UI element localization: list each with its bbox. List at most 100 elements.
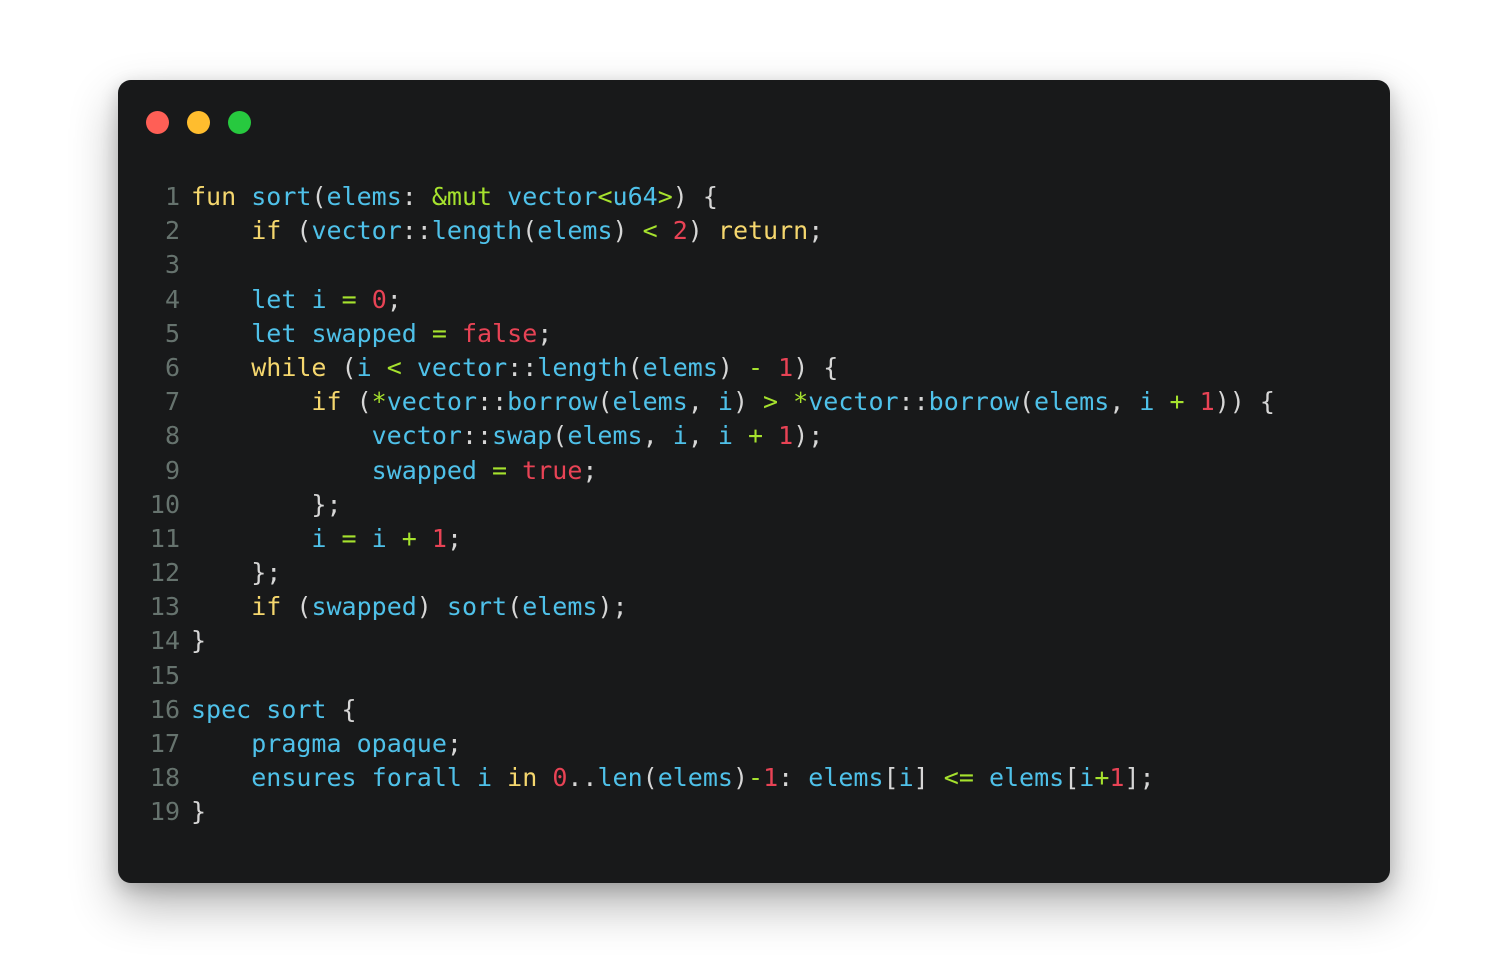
line-number: 12	[149, 558, 180, 588]
token-pun	[1185, 387, 1200, 416]
line-content[interactable]: };	[180, 488, 341, 522]
line-content[interactable]: ensures forall i in 0..len(elems)-1: ele…	[180, 761, 1154, 795]
line-content[interactable]: if (swapped) sort(elems);	[180, 590, 627, 624]
token-pun	[191, 524, 311, 553]
token-pun	[191, 592, 251, 621]
window-titlebar	[118, 80, 1390, 166]
token-num: 2	[672, 216, 688, 246]
token-pun: :	[401, 182, 432, 211]
line-content[interactable]: if (*vector::borrow(elems, i) > *vector:…	[180, 385, 1275, 419]
token-pun	[658, 216, 673, 245]
line-content[interactable]: };	[180, 556, 281, 590]
token-op: -	[748, 763, 764, 793]
token-fn: swapped	[371, 455, 477, 485]
minimize-window-icon[interactable]	[187, 111, 210, 134]
line-number: 18	[149, 763, 180, 793]
token-fn: length	[537, 352, 628, 382]
code-line: 18 ensures forall i in 0..len(elems)-1: …	[118, 761, 1390, 795]
token-pun	[372, 353, 387, 382]
token-num: true	[522, 455, 583, 485]
token-num: 1	[1199, 387, 1215, 417]
token-pun: (	[1018, 387, 1035, 417]
line-content[interactable]: pragma opaque;	[180, 727, 462, 761]
token-pun: ,	[687, 421, 718, 451]
token-pun: ;	[446, 729, 462, 758]
code-line: 7 if (*vector::borrow(elems, i) > *vecto…	[118, 385, 1390, 419]
line-number: 10	[149, 489, 180, 519]
code-line: 11 i = i + 1;	[118, 522, 1390, 556]
token-fn: let	[251, 318, 297, 348]
token-op: <	[386, 352, 402, 382]
line-content[interactable]: }	[180, 795, 206, 829]
token-fn: borrow	[507, 387, 598, 417]
token-pun	[251, 695, 266, 724]
line-content[interactable]: spec sort {	[180, 693, 357, 727]
token-fn: elems	[642, 352, 718, 382]
token-pun	[191, 763, 251, 792]
line-number: 16	[149, 694, 180, 724]
token-pun	[507, 456, 522, 485]
token-pun: )	[612, 216, 643, 246]
line-content[interactable]: swapped = true;	[180, 454, 598, 488]
line-content[interactable]: i = i + 1;	[180, 522, 462, 556]
maximize-window-icon[interactable]	[228, 111, 251, 134]
token-pun: ::	[507, 352, 538, 382]
token-pun: ..	[567, 763, 598, 793]
token-pun	[191, 353, 251, 382]
token-fn: vector	[371, 421, 462, 451]
token-op: =	[492, 455, 508, 485]
token-fn: i	[311, 284, 327, 314]
line-number: 11	[149, 523, 180, 553]
token-fn: vector	[507, 182, 598, 211]
token-fn: i	[717, 421, 733, 451]
code-line: 9 swapped = true;	[118, 454, 1390, 488]
token-op: +	[748, 421, 764, 451]
token-op: =	[341, 284, 357, 314]
code-line: 17 pragma opaque;	[118, 727, 1390, 761]
token-fn: i	[898, 763, 914, 793]
token-pun: (	[281, 216, 312, 246]
token-num: 1	[1109, 763, 1125, 793]
line-content[interactable]: fun sort(elems: &mut vector<u64>) {	[180, 180, 718, 214]
token-fn: vector	[808, 387, 899, 417]
token-pun: (	[627, 352, 643, 382]
token-pun: }	[191, 797, 207, 827]
token-op: =	[341, 523, 357, 553]
token-fn: swapped	[311, 592, 417, 622]
code-line: 5 let swapped = false;	[118, 317, 1390, 351]
token-op: *	[371, 387, 387, 417]
token-fn: i	[717, 387, 733, 417]
token-num: 1	[431, 523, 447, 553]
token-pun	[492, 763, 507, 792]
token-fn: elems	[657, 763, 733, 793]
token-fn: vector	[416, 352, 508, 382]
line-content[interactable]: let i = 0;	[180, 283, 402, 317]
token-pun: ;	[537, 318, 553, 348]
token-op: +	[401, 523, 417, 553]
token-pun: [	[883, 763, 899, 793]
line-number: 15	[149, 660, 180, 690]
line-content[interactable]: }	[180, 624, 206, 658]
token-pun	[191, 729, 251, 758]
token-fn: let	[251, 284, 297, 314]
token-pun	[402, 353, 417, 382]
token-fn: i	[371, 523, 387, 553]
line-content[interactable]: let swapped = false;	[180, 317, 552, 351]
line-number: 8	[164, 421, 180, 451]
token-pun	[477, 456, 492, 485]
token-fn: u64	[612, 182, 658, 211]
line-content[interactable]: if (vector::length(elems) < 2) return;	[180, 214, 823, 248]
token-pun: ::	[477, 387, 508, 417]
token-op: <	[642, 216, 658, 246]
line-content[interactable]: vector::swap(elems, i, i + 1);	[180, 419, 824, 453]
window-controls	[146, 111, 251, 134]
close-window-icon[interactable]	[146, 111, 169, 134]
token-pun: )	[717, 352, 749, 382]
code-line: 13 if (swapped) sort(elems);	[118, 590, 1390, 624]
token-pun	[327, 285, 342, 314]
token-fn: swap	[492, 421, 553, 451]
token-fn: elems	[522, 592, 598, 622]
code-editor[interactable]: 1 fun sort(elems: &mut vector<u64>) {2 if…	[118, 180, 1390, 883]
line-content[interactable]: while (i < vector::length(elems) - 1) {	[180, 351, 838, 385]
token-pun: (	[597, 387, 613, 417]
